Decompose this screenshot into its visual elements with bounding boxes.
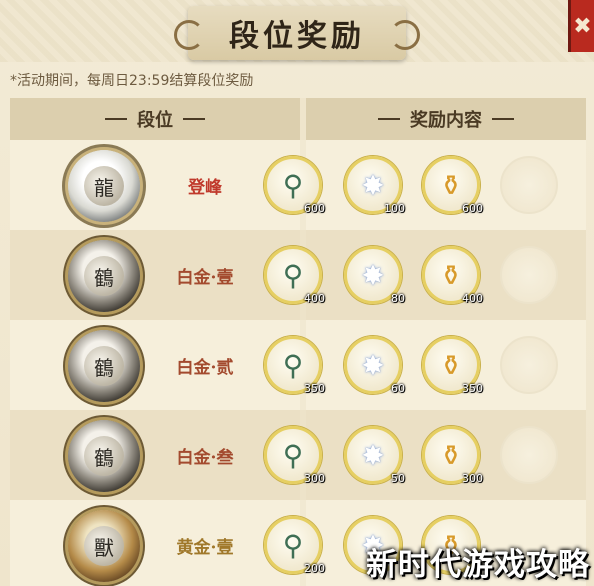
reward-qty: 350 (462, 382, 483, 395)
reward-qty: 400 (304, 292, 325, 305)
empty-slot-icon (500, 336, 558, 394)
jade-tassel-icon[interactable]: ⚲ 400 (264, 246, 325, 305)
star-crystal-icon[interactable]: ✸ 60 (344, 336, 405, 395)
reward-qty: 60 (391, 382, 405, 395)
reward-qty: 50 (391, 472, 405, 485)
reward-qty: 80 (391, 292, 405, 305)
table-row: 鶴 白金·贰 ⚲ 350 ✸ 60 ⚱ 350 (10, 320, 586, 410)
golden-bottle-icon[interactable]: ⚱ 350 (422, 336, 483, 395)
page-title: 段位奖励 (229, 19, 365, 54)
golden-bottle-icon[interactable]: ⚱ 600 (422, 156, 483, 215)
jade-tassel-icon[interactable]: ⚲ 300 (264, 426, 325, 485)
rank-name: 白金·叁 (176, 447, 234, 468)
star-crystal-icon[interactable]: ✸ 50 (344, 426, 405, 485)
notice-text: *活动期间，每周日23:59结算段位奖励 (10, 73, 254, 89)
header-rewards: 奖励内容 (306, 98, 586, 140)
crane-emblem-icon: 鶴 (68, 240, 140, 312)
watermark-text: 新时代游戏攻略 (366, 547, 590, 583)
table-row: 鶴 白金·叁 ⚲ 300 ✸ 50 ⚱ 300 (10, 410, 586, 500)
header-rewards-label: 奖励内容 (410, 110, 482, 131)
jade-tassel-icon[interactable]: ⚲ 350 (264, 336, 325, 395)
rank-name: 白金·贰 (176, 357, 234, 378)
jade-tassel-icon[interactable]: ⚲ 600 (264, 156, 325, 215)
reward-qty: 300 (304, 472, 325, 485)
star-crystal-icon[interactable]: ✸ 100 (344, 156, 405, 215)
empty-slot-icon (500, 246, 558, 304)
header-rank-label: 段位 (137, 110, 173, 131)
reward-qty: 600 (304, 202, 325, 215)
beast-emblem-icon: 獸 (68, 510, 140, 582)
reward-qty: 200 (304, 562, 325, 575)
star-crystal-icon[interactable]: ✸ 80 (344, 246, 405, 305)
rank-name: 白金·壹 (176, 267, 234, 288)
table-row: 鶴 白金·壹 ⚲ 400 ✸ 80 ⚱ 400 (10, 230, 586, 320)
reward-qty: 100 (384, 202, 405, 215)
jade-tassel-icon[interactable]: ⚲ 200 (264, 516, 325, 575)
rank-name: 登峰 (188, 177, 222, 198)
close-button[interactable]: ✖ (568, 0, 594, 52)
rank-reward-panel: 段位奖励 ✖ *活动期间，每周日23:59结算段位奖励 段位 奖励内容 龍 登峰… (0, 0, 594, 586)
crane-emblem-icon: 鶴 (68, 420, 140, 492)
reward-qty: 300 (462, 472, 483, 485)
rank-name: 黄金·壹 (176, 537, 234, 558)
crane-emblem-icon: 鶴 (68, 330, 140, 402)
rank-list: 龍 登峰 ⚲ 600 ✸ 100 ⚱ 600 鶴 白金·壹 ⚲ 400 ✸ 80 ⚱ 400… (10, 140, 586, 586)
reward-qty: 400 (462, 292, 483, 305)
empty-slot-icon (500, 426, 558, 484)
dragon-emblem-icon: 龍 (68, 150, 140, 222)
table-row: 龍 登峰 ⚲ 600 ✸ 100 ⚱ 600 (10, 140, 586, 230)
table-header: 段位 奖励内容 (10, 98, 586, 140)
header-rank: 段位 (10, 98, 300, 140)
golden-bottle-icon[interactable]: ⚱ 400 (422, 246, 483, 305)
close-icon: ✖ (573, 13, 592, 39)
golden-bottle-icon[interactable]: ⚱ 300 (422, 426, 483, 485)
title-plaque: 段位奖励 (174, 6, 420, 60)
empty-slot-icon (500, 156, 558, 214)
reward-qty: 350 (304, 382, 325, 395)
reward-qty: 600 (462, 202, 483, 215)
